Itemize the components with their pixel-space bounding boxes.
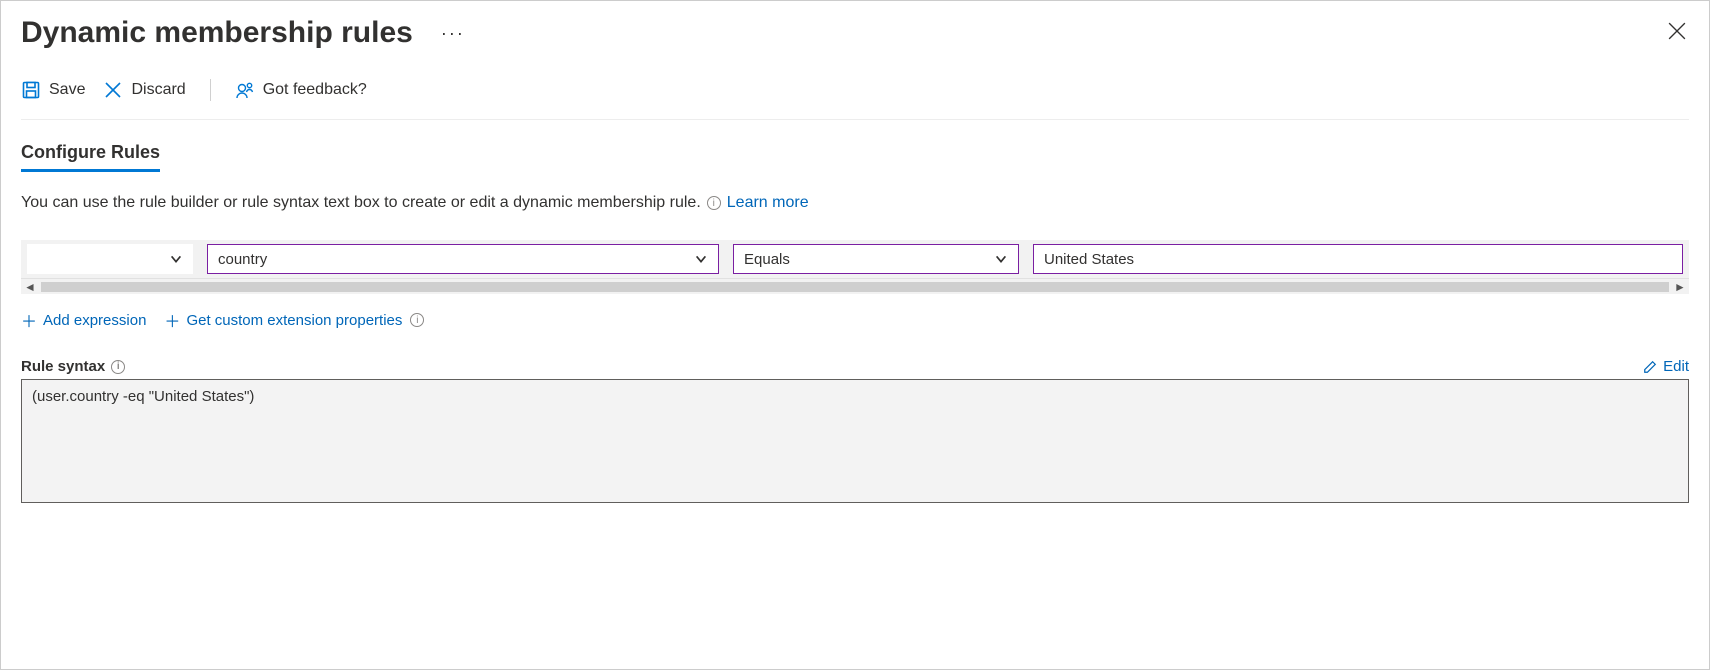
info-icon[interactable]: i bbox=[111, 360, 125, 374]
command-bar: Save Discard Got feedback? bbox=[21, 65, 1689, 120]
property-value: country bbox=[218, 251, 267, 268]
discard-label: Discard bbox=[131, 81, 185, 99]
save-icon bbox=[21, 80, 41, 100]
page-title: Dynamic membership rules bbox=[21, 16, 413, 50]
get-custom-extension-label: Get custom extension properties bbox=[186, 312, 402, 329]
value-input[interactable]: United States bbox=[1033, 244, 1683, 274]
scroll-left-icon[interactable]: ◄ bbox=[23, 280, 37, 294]
description-text: You can use the rule builder or rule syn… bbox=[21, 194, 701, 212]
learn-more-link[interactable]: Learn more bbox=[727, 194, 809, 212]
rule-syntax-header: Rule syntax i Edit bbox=[21, 358, 1689, 375]
add-expression-label: Add expression bbox=[43, 312, 146, 329]
operator-dropdown[interactable]: Equals bbox=[733, 244, 1019, 274]
close-button[interactable] bbox=[1665, 19, 1689, 43]
discard-button[interactable]: Discard bbox=[103, 80, 185, 100]
info-icon[interactable]: i bbox=[707, 196, 721, 210]
add-expression-button[interactable]: ＋ Add expression bbox=[21, 308, 146, 332]
rule-syntax-value: (user.country -eq "United States") bbox=[32, 388, 254, 405]
tabs: Configure Rules bbox=[21, 142, 1689, 172]
scrollbar-track[interactable] bbox=[41, 282, 1669, 292]
plus-icon: ＋ bbox=[21, 308, 37, 332]
andor-dropdown[interactable] bbox=[27, 244, 193, 274]
chevron-down-icon bbox=[694, 252, 708, 266]
chevron-down-icon bbox=[994, 252, 1008, 266]
save-button[interactable]: Save bbox=[21, 80, 85, 100]
rule-actions: ＋ Add expression ＋ Get custom extension … bbox=[21, 308, 1689, 332]
property-dropdown[interactable]: country bbox=[207, 244, 719, 274]
more-menu-icon[interactable]: ··· bbox=[441, 23, 465, 44]
tab-configure-rules[interactable]: Configure Rules bbox=[21, 142, 160, 172]
scroll-right-icon[interactable]: ► bbox=[1673, 280, 1687, 294]
rule-syntax-label: Rule syntax bbox=[21, 358, 105, 375]
rule-row: country Equals United States bbox=[21, 240, 1689, 278]
edit-label: Edit bbox=[1663, 358, 1689, 375]
close-icon bbox=[1668, 22, 1686, 40]
feedback-label: Got feedback? bbox=[263, 81, 367, 99]
info-icon[interactable]: i bbox=[410, 313, 424, 327]
rule-syntax-textbox[interactable]: (user.country -eq "United States") bbox=[21, 379, 1689, 503]
feedback-icon bbox=[235, 80, 255, 100]
toolbar-separator bbox=[210, 79, 211, 101]
chevron-down-icon bbox=[169, 252, 183, 266]
description-row: You can use the rule builder or rule syn… bbox=[21, 194, 1689, 212]
plus-icon: ＋ bbox=[164, 308, 180, 332]
get-custom-extension-button[interactable]: ＋ Get custom extension properties i bbox=[164, 308, 424, 332]
operator-value: Equals bbox=[744, 251, 790, 268]
discard-icon bbox=[103, 80, 123, 100]
rule-builder: country Equals United States ◄ ► bbox=[21, 240, 1689, 294]
edit-rule-syntax-button[interactable]: Edit bbox=[1643, 358, 1689, 375]
save-label: Save bbox=[49, 81, 85, 99]
value-text: United States bbox=[1044, 251, 1134, 268]
pencil-icon bbox=[1643, 360, 1657, 374]
horizontal-scrollbar[interactable]: ◄ ► bbox=[21, 278, 1689, 294]
feedback-button[interactable]: Got feedback? bbox=[235, 80, 367, 100]
